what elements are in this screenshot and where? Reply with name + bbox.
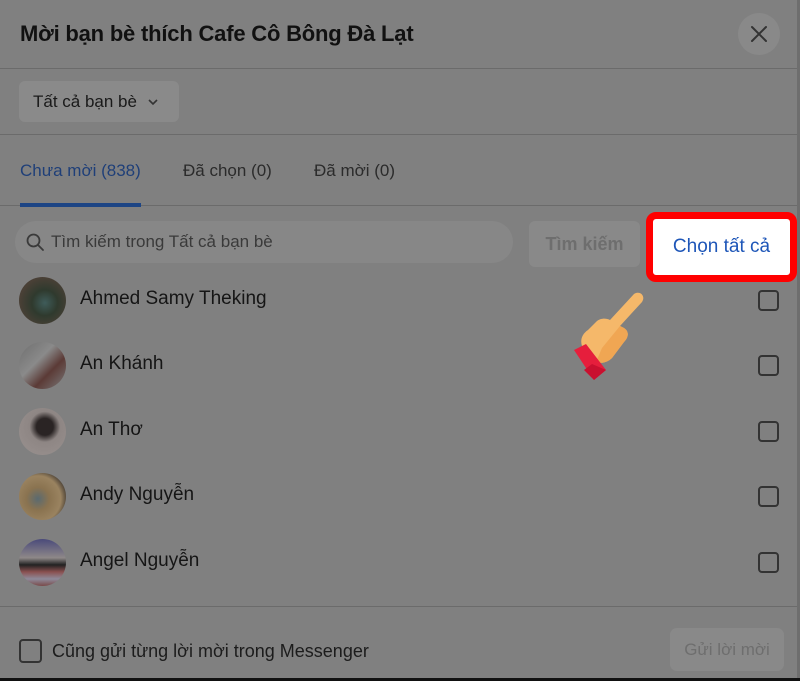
avatar (19, 342, 66, 389)
filter-row: Tất cả bạn bè (0, 70, 797, 135)
close-button[interactable] (738, 13, 780, 55)
friend-row[interactable]: An Khánh (0, 333, 797, 398)
friend-name: Angel Nguyễn (80, 550, 200, 571)
friend-checkbox[interactable] (758, 552, 779, 573)
tab-invited[interactable]: Đã mời (0) (314, 136, 395, 206)
friend-name: An Khánh (80, 353, 164, 374)
tab-selected[interactable]: Đã chọn (0) (183, 136, 272, 206)
friend-row[interactable]: Andy Nguyễn (0, 464, 797, 529)
friend-checkbox[interactable] (758, 421, 779, 442)
avatar (19, 539, 66, 586)
close-icon (751, 26, 767, 42)
avatar (19, 277, 66, 324)
friend-row[interactable]: Angel Nguyễn (0, 530, 797, 595)
tab-not-invited[interactable]: Chưa mời (838) (20, 136, 141, 207)
search-field[interactable] (15, 221, 513, 263)
tab-label: Chưa mời (838) (20, 161, 141, 180)
search-row: Tìm kiếm Chọn tất cả (0, 207, 797, 282)
pointing-hand-icon (574, 292, 644, 380)
friend-checkbox[interactable] (758, 290, 779, 311)
tabs: Chưa mời (838) Đã chọn (0) Đã mời (0) (0, 136, 797, 207)
tab-label: Đã mời (0) (314, 161, 396, 180)
dialog-header: Mời bạn bè thích Cafe Cô Bông Đà Lạt (0, 0, 797, 69)
chevron-down-icon (148, 98, 158, 105)
friend-name: An Thơ (80, 419, 143, 440)
friend-checkbox[interactable] (758, 486, 779, 507)
filter-label: Tất cả bạn bè (33, 91, 137, 111)
friend-row[interactable]: An Thơ (0, 399, 797, 464)
avatar (19, 408, 66, 455)
search-button[interactable]: Tìm kiếm (529, 221, 640, 267)
messenger-checkbox[interactable] (19, 639, 42, 663)
dialog-footer: Cũng gửi từng lời mời trong Messenger Gử… (0, 606, 797, 681)
messenger-label: Cũng gửi từng lời mời trong Messenger (52, 641, 369, 661)
tab-label: Đã chọn (0) (183, 161, 272, 180)
invite-friends-dialog: Mời bạn bè thích Cafe Cô Bông Đà Lạt Tất… (0, 0, 797, 681)
friend-row[interactable]: Ahmed Samy Theking (0, 268, 797, 333)
avatar (19, 473, 66, 520)
friends-filter-dropdown[interactable]: Tất cả bạn bè (19, 81, 179, 122)
send-invites-button[interactable]: Gửi lời mời (670, 628, 784, 671)
friend-name: Ahmed Samy Theking (80, 288, 267, 309)
friend-checkbox[interactable] (758, 355, 779, 376)
search-icon (26, 233, 44, 251)
dialog-title: Mời bạn bè thích Cafe Cô Bông Đà Lạt (20, 21, 414, 46)
search-input[interactable] (51, 232, 491, 252)
friend-name: Andy Nguyễn (80, 484, 195, 505)
